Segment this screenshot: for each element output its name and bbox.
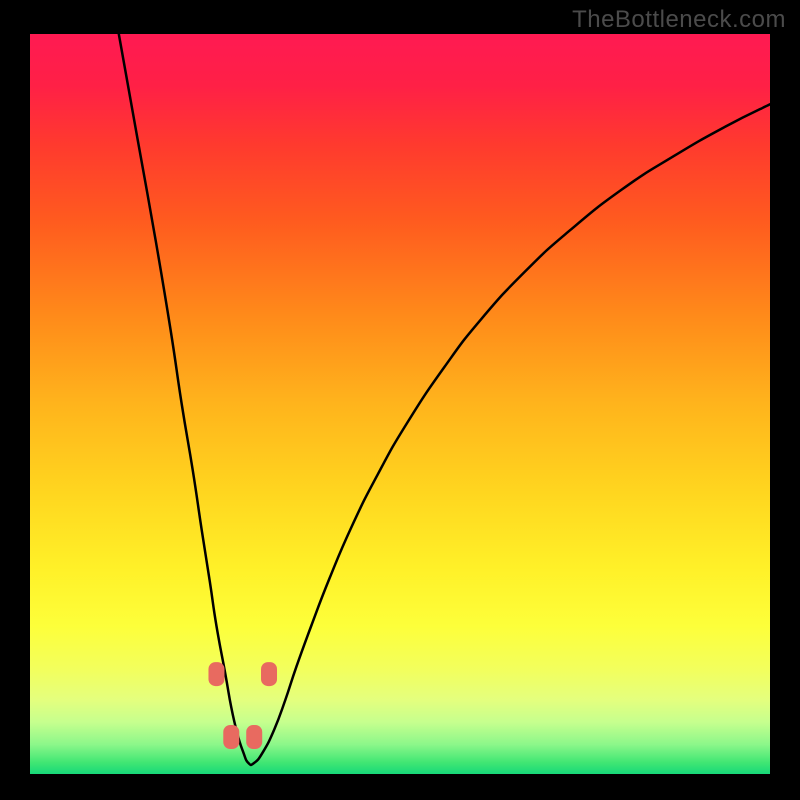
chart-canvas xyxy=(0,0,800,800)
curve-marker xyxy=(261,662,277,686)
chart-frame: TheBottleneck.com xyxy=(0,0,800,800)
curve-marker xyxy=(208,662,224,686)
plot-background xyxy=(30,34,770,774)
curve-marker xyxy=(223,725,239,749)
watermark-text: TheBottleneck.com xyxy=(572,6,786,34)
curve-marker xyxy=(246,725,262,749)
